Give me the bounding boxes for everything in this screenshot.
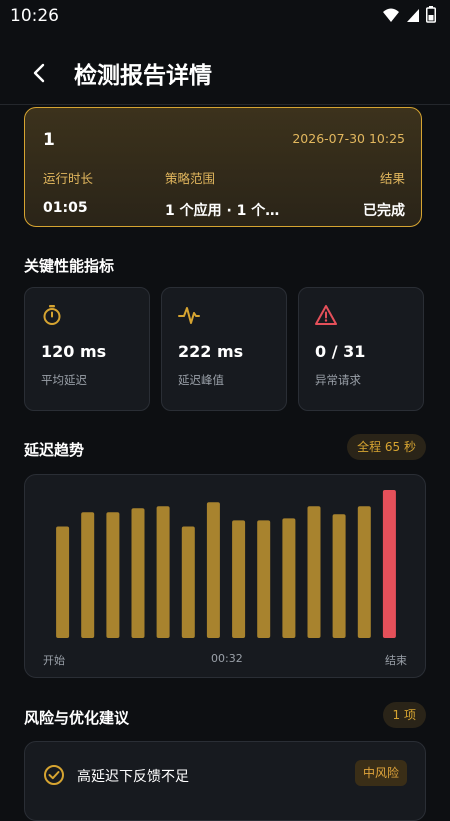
stopwatch-icon — [43, 305, 61, 325]
chart-bar — [332, 514, 346, 638]
page-title: 检测报告详情 — [74, 63, 212, 89]
result-label: 结果 — [379, 171, 405, 186]
header-divider — [0, 104, 450, 105]
result-block: 结果 已完成 — [363, 168, 405, 220]
chart-bar — [156, 506, 170, 638]
chevron-left-icon — [33, 63, 45, 83]
risk-count-pill: 1 项 — [382, 702, 426, 728]
metric-label: 异常请求 — [315, 373, 361, 387]
metric-card-abnormal-requests: 0 / 31 异常请求 — [298, 287, 424, 411]
status-icons — [382, 6, 436, 23]
x-tick-label: 00:32 — [211, 652, 243, 665]
chart-bar — [181, 526, 195, 638]
x-tick-label: 结束 — [385, 654, 407, 667]
metric-value: 0 / 31 — [315, 342, 366, 361]
scope-block: 策略范围 1 个应用 · 1 个… — [165, 168, 285, 220]
report-datetime: 2026-07-30 10:25 — [292, 131, 405, 146]
pulse-icon — [178, 307, 200, 324]
metric-value: 120 ms — [41, 342, 107, 361]
metric-label: 平均延迟 — [41, 373, 87, 387]
duration-pill: 全程 65 秒 — [347, 434, 426, 460]
risk-level-badge: 中风险 — [354, 760, 407, 786]
risk-item-title: 高延迟下反馈不足 — [77, 769, 189, 785]
x-tick-label: 开始 — [43, 654, 65, 667]
chart-bar — [382, 490, 396, 638]
metric-card-peak-latency: 222 ms 延迟峰值 — [161, 287, 287, 411]
risk-item[interactable]: 高延迟下反馈不足 中风险 — [24, 741, 426, 821]
back-button[interactable] — [24, 58, 54, 88]
chart-bar — [206, 502, 220, 638]
check-circle-icon — [44, 765, 64, 785]
chart-bar — [81, 512, 95, 638]
metric-value: 222 ms — [178, 342, 244, 361]
latency-chart-svg — [56, 490, 396, 638]
summary-card: 1 2026-07-30 10:25 运行时长 01:05 策略范围 1 个应用… — [24, 107, 422, 227]
header: 检测报告详情 — [0, 52, 450, 96]
runtime-value: 01:05 — [43, 200, 88, 216]
metric-card-avg-latency: 120 ms 平均延迟 — [24, 287, 150, 411]
latency-chart: 开始 00:32 结束 — [24, 474, 426, 678]
runtime-block: 运行时长 01:05 — [43, 168, 93, 216]
result-value: 已完成 — [363, 203, 405, 219]
chart-bar — [357, 506, 371, 638]
chart-bar — [307, 506, 321, 638]
chart-bar — [106, 512, 120, 638]
metrics-section-title: 关键性能指标 — [24, 257, 115, 275]
scope-label: 策略范围 — [165, 171, 216, 186]
risk-section-title: 风险与优化建议 — [24, 709, 130, 727]
signal-icon — [407, 8, 419, 22]
report-id: 1 — [43, 130, 55, 150]
scope-value: 1 个应用 · 1 个… — [165, 203, 280, 219]
chart-bar — [257, 520, 271, 638]
warning-icon — [315, 305, 337, 325]
chart-bar — [232, 520, 246, 638]
chart-bar — [56, 526, 70, 638]
metric-label: 延迟峰值 — [178, 373, 224, 387]
wifi-icon — [383, 8, 399, 22]
runtime-label: 运行时长 — [43, 171, 94, 186]
trend-section-title: 延迟趋势 — [24, 441, 85, 459]
status-bar: 10:26 — [0, 0, 450, 32]
chart-bar — [282, 518, 296, 638]
chart-bar — [131, 508, 145, 638]
battery-icon — [426, 6, 436, 23]
status-time: 10:26 — [10, 6, 59, 26]
